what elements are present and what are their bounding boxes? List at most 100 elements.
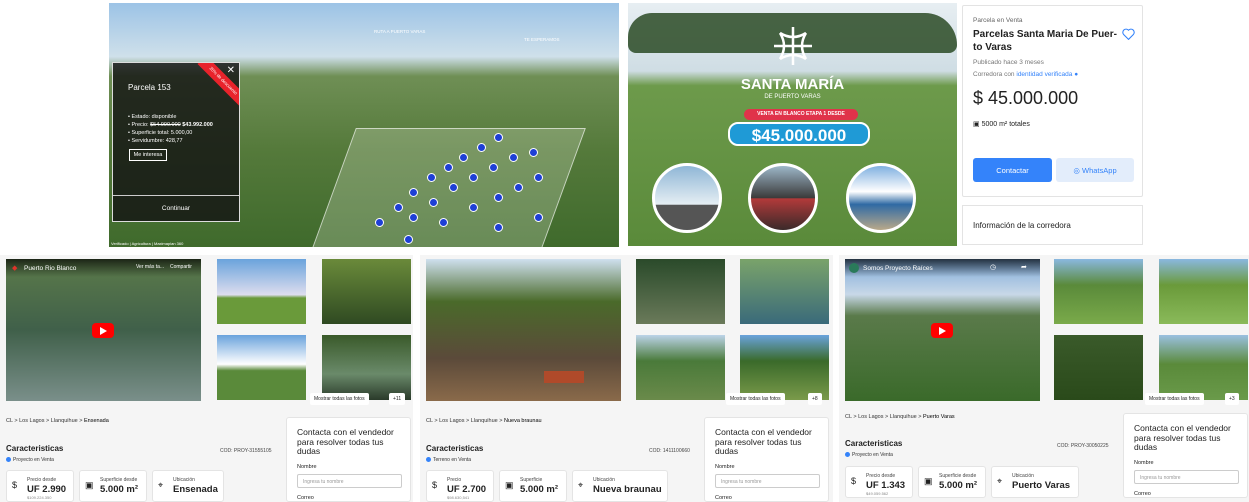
- plot-marker[interactable]: [409, 188, 418, 197]
- photo-thumbnail[interactable]: [740, 335, 829, 400]
- close-icon[interactable]: ✕: [227, 65, 235, 76]
- photo-count[interactable]: +8: [808, 393, 822, 405]
- area-icon: ▣: [85, 480, 94, 490]
- breadcrumb: CL > Los Lagos > Llanquihue > Nueva brau…: [426, 418, 542, 424]
- photo-thumbnail[interactable]: [636, 259, 725, 324]
- plot-marker[interactable]: [494, 193, 503, 202]
- plot-marker[interactable]: [459, 153, 468, 162]
- new-price: $43.992.000: [182, 122, 213, 128]
- email-label: Correo: [297, 495, 314, 501]
- photo-count[interactable]: +3: [1225, 393, 1239, 405]
- listing-area: ▣ 5000 m² totales: [973, 121, 1030, 128]
- photo-thumbnail[interactable]: [322, 335, 411, 400]
- sign-photo-detail: [544, 371, 584, 383]
- name-input[interactable]: Ingresa tu nombre: [715, 474, 820, 488]
- photo-thumbnail[interactable]: [217, 259, 306, 324]
- photo-thumbnail[interactable]: [217, 335, 306, 400]
- project-panel-1: Puerto Rio Blanco ◆ Ver más ta... Compar…: [0, 255, 413, 502]
- contact-form: Contacta con el vendedor para resolver t…: [1123, 413, 1248, 498]
- location-box: ⌖ Ubicación Ensenada: [152, 470, 224, 502]
- photo-count[interactable]: +11: [389, 393, 406, 405]
- plot-marker[interactable]: [534, 173, 543, 182]
- plot-marker[interactable]: [439, 218, 448, 227]
- parcel-status: • Estado: disponible: [128, 114, 177, 120]
- name-input[interactable]: Ingresa tu nombre: [1134, 470, 1239, 484]
- name-input[interactable]: Ingresa tu nombre: [297, 474, 402, 488]
- photo-thumbnail[interactable]: [1054, 335, 1143, 400]
- plot-marker[interactable]: [409, 213, 418, 222]
- plot-marker[interactable]: [477, 143, 486, 152]
- name-label: Nombre: [715, 464, 735, 470]
- verified-check-icon: ●: [1074, 71, 1079, 78]
- plot-marker[interactable]: [509, 153, 518, 162]
- clock-icon[interactable]: ◷: [990, 263, 996, 271]
- location-pin-icon: ⌖: [997, 476, 1003, 486]
- plot-marker[interactable]: [489, 163, 498, 172]
- channel-logo-icon: ◆: [12, 265, 18, 272]
- area-icon: ▣: [505, 480, 514, 490]
- plot-marker[interactable]: [469, 203, 478, 212]
- plot-marker[interactable]: [375, 218, 384, 227]
- parcel-title: Parcela 153: [128, 83, 171, 92]
- contact-button[interactable]: Contactar: [973, 158, 1052, 182]
- whatsapp-button[interactable]: ◎ WhatsApp: [1056, 158, 1134, 182]
- property-code: COD: PROY-30050225: [1057, 443, 1109, 449]
- main-photo[interactable]: [426, 259, 621, 401]
- video-title: Somos Proyecto Raíces: [845, 259, 1040, 277]
- video-watch-later[interactable]: Ver más ta...: [136, 264, 164, 270]
- photo-thumbnail[interactable]: [322, 259, 411, 324]
- ad-price: $45.000.000: [728, 122, 870, 146]
- house-photo: [748, 163, 818, 233]
- dollar-icon: $: [12, 480, 18, 490]
- plot-marker[interactable]: [429, 198, 438, 207]
- show-all-photos-button[interactable]: Mostrar todas las fotos: [1145, 393, 1204, 405]
- price-box: $ Precio UF 2.700 $98.630,541: [426, 470, 494, 502]
- interest-button[interactable]: Me interesa: [129, 149, 167, 161]
- video-player[interactable]: Puerto Rio Blanco ◆ Ver más ta... Compar…: [6, 259, 201, 401]
- plot-marker[interactable]: [534, 213, 543, 222]
- plot-marker[interactable]: [427, 173, 436, 182]
- video-share[interactable]: Compartir: [170, 264, 192, 270]
- show-all-photos-button[interactable]: Mostrar todas las fotos: [310, 393, 369, 405]
- plot-marker[interactable]: [514, 183, 523, 192]
- show-all-photos-button[interactable]: Mostrar todas las fotos: [726, 393, 785, 405]
- broker-info-title: Información de la corredora: [973, 221, 1071, 230]
- continue-button[interactable]: Continuar: [113, 195, 239, 221]
- plot-marker[interactable]: [494, 223, 503, 232]
- volcano-photo: [846, 163, 916, 233]
- dollar-icon: $: [432, 480, 438, 490]
- name-label: Nombre: [297, 464, 317, 470]
- plot-marker[interactable]: [404, 235, 413, 244]
- plot-marker[interactable]: [494, 133, 503, 142]
- project-panel-2: Mostrar todas las fotos +8 CL > Los Lago…: [420, 255, 833, 502]
- play-button-icon[interactable]: [931, 323, 953, 338]
- listing-ad-image[interactable]: SANTA MARÍA DE PUERTO VARAS VENTA EN BLA…: [628, 3, 957, 246]
- contact-title: Contacta con el vendedor para resolver t…: [1134, 423, 1231, 452]
- share-icon[interactable]: ➦: [1021, 263, 1027, 271]
- photo-thumbnail[interactable]: [1159, 335, 1248, 400]
- photo-thumbnail[interactable]: [740, 259, 829, 324]
- parcel-surface: • Superficie total: 5.000,00: [128, 130, 193, 136]
- plot-marker[interactable]: [444, 163, 453, 172]
- listing-card: Parcela en Venta Parcelas Santa Maria De…: [962, 5, 1143, 197]
- video-player[interactable]: Somos Proyecto Raíces ◷ ➦: [845, 259, 1040, 401]
- section-title: Caracteristicas: [845, 439, 903, 448]
- verified-identity-link[interactable]: identidad verificada: [1016, 71, 1072, 78]
- status-badge: Proyecto en Venta: [845, 452, 893, 458]
- listing-broker: Corredora con identidad verificada ●: [973, 71, 1079, 78]
- plot-marker[interactable]: [469, 173, 478, 182]
- listing-published: Publicado hace 3 meses: [973, 59, 1044, 66]
- photo-thumbnail[interactable]: [1159, 259, 1248, 324]
- airplane-photo: [652, 163, 722, 233]
- project-panel-3: Somos Proyecto Raíces ◷ ➦ Mostrar todas …: [839, 255, 1249, 502]
- plot-marker[interactable]: [394, 203, 403, 212]
- photo-thumbnail[interactable]: [1054, 259, 1143, 324]
- heart-icon[interactable]: [1122, 28, 1135, 40]
- plot-marker[interactable]: [449, 183, 458, 192]
- plot-marker[interactable]: [529, 148, 538, 157]
- play-button-icon[interactable]: [92, 323, 114, 338]
- photo-thumbnail[interactable]: [636, 335, 725, 400]
- price-box: $ Precio desde UF 2.990 $109.224.350: [6, 470, 74, 502]
- price-box: $ Precio desde UF 1.343 $49.059.562: [845, 466, 913, 498]
- ad-brand: SANTA MARÍA: [740, 76, 845, 93]
